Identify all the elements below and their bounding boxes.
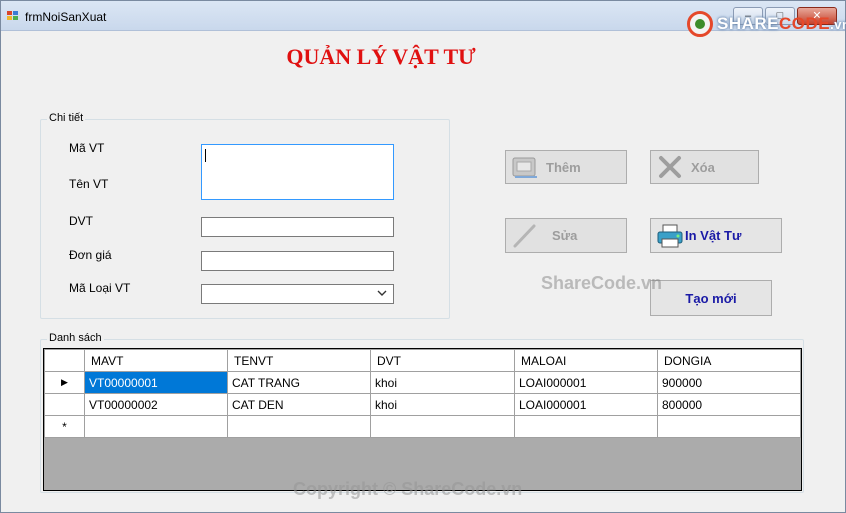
sharecode-logo: SHARECODE.vn	[687, 11, 846, 37]
table-cell[interactable]: VT00000002	[84, 393, 228, 416]
ma-vt-ten-vt-input[interactable]	[201, 144, 394, 200]
ma-vt-label: Mã VT	[69, 141, 105, 155]
column-header-tenvt[interactable]: TENVT	[227, 349, 371, 372]
details-group-label: Chi tiết	[47, 112, 86, 124]
page-title: QUẢN LÝ VẬT TƯ	[286, 44, 476, 69]
create-new-button[interactable]: Tạo mới	[650, 280, 772, 316]
dvt-label: DVT	[69, 214, 93, 228]
don-gia-input[interactable]	[201, 251, 394, 271]
table-cell[interactable]: LOAI000001	[514, 393, 658, 416]
print-materials-button[interactable]: In Vật Tư	[650, 218, 782, 253]
dropdown-arrow-icon[interactable]	[377, 288, 387, 301]
row-header[interactable]	[44, 393, 85, 416]
table-cell[interactable]	[227, 415, 371, 438]
table-cell[interactable]: CAT DEN	[227, 393, 371, 416]
table-cell[interactable]	[370, 415, 515, 438]
grid-corner[interactable]	[44, 349, 85, 372]
table-cell[interactable]: 800000	[657, 393, 801, 416]
ten-vt-label: Tên VT	[69, 177, 109, 191]
materials-table: MAVT TENVT DVT MALOAI DONGIA ▶ VT0000000…	[44, 349, 801, 438]
table-cell[interactable]	[657, 415, 801, 438]
edit-button-label: Sửa	[552, 228, 578, 243]
materials-grid[interactable]: MAVT TENVT DVT MALOAI DONGIA ▶ VT0000000…	[43, 348, 802, 491]
table-cell[interactable]: khoi	[370, 393, 515, 416]
column-header-maloai[interactable]: MALOAI	[514, 349, 658, 372]
add-button-label: Thêm	[546, 159, 581, 175]
table-cell[interactable]: VT00000001	[84, 371, 228, 394]
table-cell[interactable]	[514, 415, 658, 438]
table-cell[interactable]: CAT TRANG	[227, 371, 371, 394]
logo-mark-icon	[687, 11, 713, 37]
add-icon	[510, 153, 540, 181]
app-icon	[7, 11, 19, 21]
delete-icon	[655, 153, 685, 181]
delete-button-label: Xóa	[691, 159, 715, 175]
new-row-indicator-icon[interactable]: *	[44, 415, 85, 438]
footer-watermark: Copyright © ShareCode.vn	[293, 479, 523, 499]
main-window: frmNoiSanXuat – □ ✕ SHARECODE.vn QUẢN LÝ…	[0, 0, 846, 513]
table-cell[interactable]: khoi	[370, 371, 515, 394]
logo-text: SHARECODE.vn	[717, 14, 846, 33]
center-watermark: ShareCode.vn	[541, 273, 663, 293]
edit-button[interactable]: Sửa	[505, 218, 627, 253]
dvt-input[interactable]	[201, 217, 394, 237]
ma-loai-vt-label: Mã Loại VT	[69, 281, 131, 295]
list-group-label: Danh sách	[47, 332, 104, 344]
printer-icon	[655, 222, 685, 250]
print-materials-button-label: In Vật Tư	[685, 228, 742, 243]
column-header-dvt[interactable]: DVT	[370, 349, 515, 372]
delete-button[interactable]: Xóa	[650, 150, 759, 184]
column-header-dongia[interactable]: DONGIA	[657, 349, 801, 372]
table-cell[interactable]	[84, 415, 228, 438]
text-caret	[205, 149, 206, 162]
table-row[interactable]: ▶ VT00000001 CAT TRANG khoi LOAI000001 9…	[44, 371, 801, 394]
create-new-button-label: Tạo mới	[685, 290, 737, 306]
table-row[interactable]: VT00000002 CAT DEN khoi LOAI000001 80000…	[44, 393, 801, 416]
window-title: frmNoiSanXuat	[25, 10, 107, 24]
don-gia-label: Đơn giá	[69, 248, 112, 262]
ma-loai-vt-select[interactable]	[201, 284, 394, 304]
header-row: MAVT TENVT DVT MALOAI DONGIA	[44, 349, 801, 372]
new-row[interactable]: *	[44, 415, 801, 438]
current-row-indicator-icon[interactable]: ▶	[44, 371, 85, 394]
column-header-mavt[interactable]: MAVT	[84, 349, 228, 372]
edit-icon	[510, 222, 540, 250]
table-cell[interactable]: 900000	[657, 371, 801, 394]
add-button[interactable]: Thêm	[505, 150, 627, 184]
table-cell[interactable]: LOAI000001	[514, 371, 658, 394]
